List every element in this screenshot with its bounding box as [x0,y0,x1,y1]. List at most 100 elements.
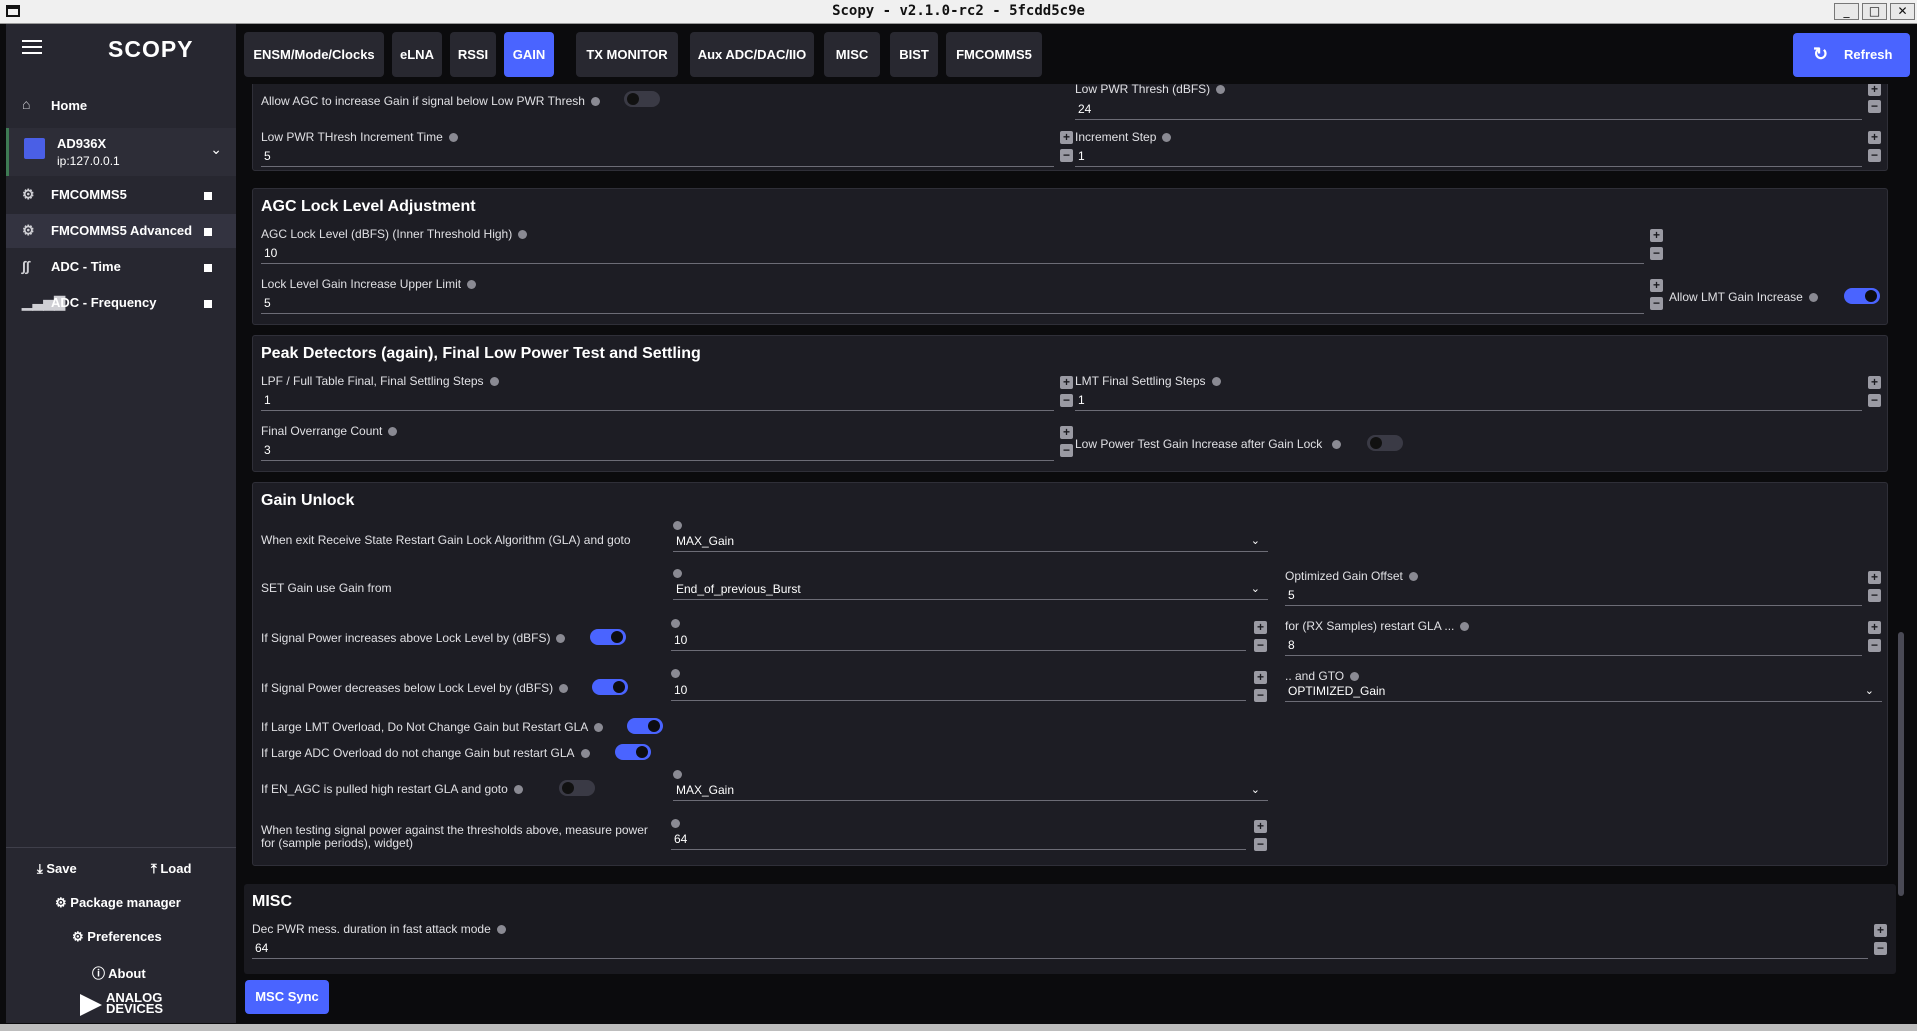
opt-offset-field[interactable]: 5 [1285,584,1862,606]
sig-inc-toggle[interactable] [590,629,626,645]
agc-lock-level-field[interactable]: 10 [261,242,1644,264]
tab-bist[interactable]: BIST [890,32,938,77]
increment-button[interactable]: + [1650,279,1663,292]
agc-lock-level-label: AGC Lock Level (dBFS) (Inner Threshold H… [261,227,528,241]
increment-button[interactable]: + [1868,376,1881,389]
upload-icon: ⤒ [151,861,161,876]
en-agc-dropdown[interactable]: MAX_Gain ⌄ [673,779,1268,801]
measure-label-line1: When testing signal power against the th… [261,823,648,837]
load-button[interactable]: ⤒ Load [151,861,191,877]
decrement-button[interactable]: − [1254,689,1267,702]
decrement-button[interactable]: − [1254,639,1267,652]
dropdown-value: MAX_Gain [676,534,735,548]
adc-overload-label: If Large ADC Overload do not change Gain… [261,746,590,760]
decrement-button[interactable]: − [1874,942,1887,955]
low-power-test-toggle[interactable] [1367,435,1403,451]
msc-sync-button[interactable]: MSC Sync [245,980,329,1014]
tab-rssi[interactable]: RSSI [450,32,496,77]
upper-limit-field[interactable]: 5 [261,292,1644,314]
allow-lmt-toggle[interactable] [1844,288,1880,304]
increment-step-field[interactable]: 1 [1075,145,1862,167]
low-pwr-inc-time-field[interactable]: 5 [261,145,1054,167]
tab-aux-adc[interactable]: Aux ADC/DAC/IIO [690,32,814,77]
device-card-ad936x[interactable]: AD936X ip:127.0.0.1 ⌄ [6,128,236,176]
increment-button[interactable]: + [1060,376,1073,389]
gto-dropdown[interactable]: OPTIMIZED_Gain ⌄ [1285,680,1882,702]
allow-agc-toggle[interactable] [624,91,660,107]
decrement-button[interactable]: − [1868,639,1881,652]
tab-misc[interactable]: MISC [824,32,880,77]
tab-elna[interactable]: eLNA [392,32,442,77]
sidebar: SCOPY ⌂ Home AD936X ip:127.0.0.1 ⌄ ⚙ FMC… [6,24,236,1023]
decrement-button[interactable]: − [1060,149,1073,162]
sidebar-item-label: FMCOMMS5 Advanced [51,223,193,238]
refresh-button[interactable]: ↻ Refresh [1793,33,1910,77]
decrement-button[interactable]: − [1868,149,1881,162]
gear-icon: ⚙ [55,895,71,910]
set-gain-dropdown[interactable]: End_of_previous_Burst ⌄ [673,578,1268,600]
increment-button[interactable]: + [1254,621,1267,634]
preferences-button[interactable]: ⚙ Preferences [72,929,162,945]
info-icon [590,97,600,106]
measure-field[interactable]: 64 [671,828,1246,850]
increment-button[interactable]: + [1868,621,1881,634]
increment-button[interactable]: + [1868,131,1881,144]
info-icon [513,785,523,794]
save-button[interactable]: ⤓ Save [37,861,77,877]
sidebar-item-adc-frequency[interactable]: ▁▃▅▇ ADC - Frequency [6,286,236,320]
status-indicator [204,264,212,272]
lpf-settling-field[interactable]: 1 [261,389,1054,411]
dec-pwr-field[interactable]: 64 [252,937,1868,959]
decrement-button[interactable]: − [1868,589,1881,602]
sidebar-item-fmcomms5[interactable]: ⚙ FMCOMMS5 [6,178,236,212]
decrement-button[interactable]: − [1060,394,1073,407]
chevron-down-icon[interactable]: ⌄ [210,141,222,158]
decrement-button[interactable]: − [1650,297,1663,310]
decrement-button[interactable]: − [1650,247,1663,260]
about-button[interactable]: ⓘ About [92,963,146,982]
device-chip-icon [24,138,45,159]
vertical-scrollbar[interactable] [1898,632,1904,896]
sidebar-item-adc-time[interactable]: ∫∫ ADC - Time [6,250,236,284]
en-agc-toggle[interactable] [559,780,595,796]
increment-button[interactable]: + [1254,820,1267,833]
tab-gain[interactable]: GAIN [504,32,554,77]
increment-button[interactable]: + [1060,131,1073,144]
decrement-button[interactable]: − [1868,100,1881,113]
sig-dec-field[interactable]: 10 [671,679,1246,701]
decrement-button[interactable]: − [1060,444,1073,457]
increment-button[interactable]: + [1060,426,1073,439]
tab-fmcomms5[interactable]: FMCOMMS5 [946,32,1042,77]
maximize-button[interactable]: □ [1862,3,1887,20]
decrement-button[interactable]: − [1254,838,1267,851]
low-pwr-thresh-field[interactable]: 24 [1075,98,1862,120]
agc-lock-level-section: AGC Lock Level Adjustment AGC Lock Level… [252,188,1888,325]
info-icon [1460,622,1470,631]
lmt-overload-toggle[interactable] [627,718,663,734]
decrement-button[interactable]: − [1868,394,1881,407]
increment-button[interactable]: + [1254,671,1267,684]
rx-samples-field[interactable]: 8 [1285,634,1862,656]
wave-icon: ∫∫ [22,258,30,274]
overrange-count-field[interactable]: 3 [261,439,1054,461]
increment-button[interactable]: + [1650,229,1663,242]
increment-button[interactable]: + [1868,84,1881,96]
hamburger-menu-icon[interactable] [22,40,42,54]
sig-inc-field[interactable]: 10 [671,629,1246,651]
lmt-settling-field[interactable]: 1 [1075,389,1862,411]
sidebar-item-home[interactable]: ⌂ Home [6,86,236,124]
package-manager-button[interactable]: ⚙ Package manager [55,895,181,911]
gear-icon: ⚙ [22,222,35,238]
gain-top-section: Allow AGC to increase Gain if signal bel… [252,84,1888,171]
tab-ensm[interactable]: ENSM/Mode/Clocks [244,32,384,77]
minimize-button[interactable]: _ [1834,3,1859,20]
close-button[interactable]: ✕ [1890,3,1915,20]
sidebar-item-fmcomms5-advanced[interactable]: ⚙ FMCOMMS5 Advanced [6,214,236,248]
increment-button[interactable]: + [1868,571,1881,584]
tab-tx-monitor[interactable]: TX MONITOR [576,32,678,77]
gear-icon: ⚙ [72,929,88,944]
exit-rx-dropdown[interactable]: MAX_Gain ⌄ [673,530,1268,552]
sig-dec-toggle[interactable] [592,679,628,695]
increment-button[interactable]: + [1874,924,1887,937]
adc-overload-toggle[interactable] [615,744,651,760]
